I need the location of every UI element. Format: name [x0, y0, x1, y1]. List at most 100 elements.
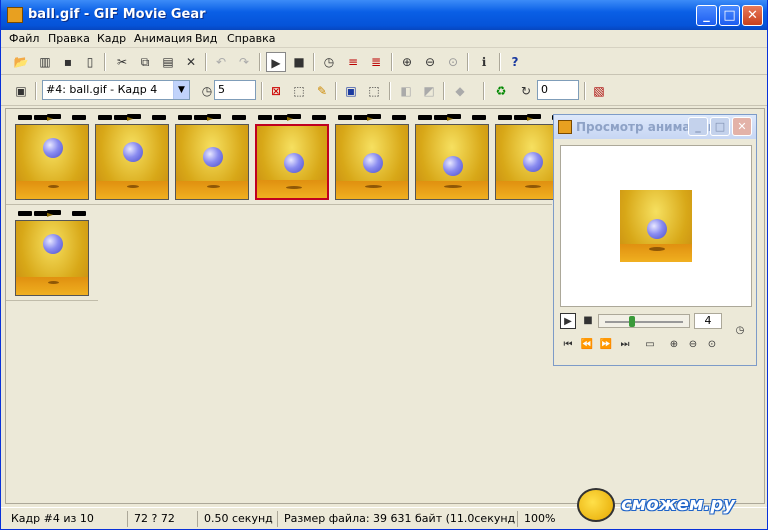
film-perforation: ►	[172, 113, 252, 123]
last-frame-icon[interactable]: ⏭	[617, 337, 633, 353]
preview-controls: ▶ ■ 4 ◷ ⏮ ⏪ ⏩ ⏭ ▭ ⊕ ⊖ ⊙	[554, 311, 756, 365]
preview-zoom-in-icon[interactable]: ⊕	[666, 337, 682, 353]
menu-view[interactable]: Вид	[195, 32, 217, 45]
preview-app-icon	[558, 120, 572, 134]
film-perforation: ►	[332, 113, 412, 123]
toolbar-main: 📂 ▥ ▪ ▯ ✂ ⧉ ▤ ✕ ↶ ↷ ▶ ■ ◷ ≡ ≣ ⊕ ⊖ ⊙ ℹ ?	[1, 49, 767, 75]
select-icon[interactable]: ▣	[341, 81, 361, 101]
slider-thumb[interactable]	[629, 316, 635, 327]
watermark-logo: сможем.ру	[571, 484, 767, 530]
remove-frame-icon[interactable]: ⊠	[266, 81, 286, 101]
menu-bar: Файл Правка Кадр Анимация Вид Справка	[1, 30, 767, 48]
window-title: ball.gif - GIF Movie Gear	[28, 7, 206, 22]
frame-thumbnail[interactable]: ►	[12, 109, 92, 205]
loop-input[interactable]: 0	[537, 80, 579, 100]
frame-thumbnail[interactable]: ►	[172, 109, 252, 205]
preview-close-button[interactable]: ✕	[732, 117, 752, 136]
app-window: ball.gif - GIF Movie Gear _ □ ✕ Файл Пра…	[0, 0, 768, 530]
frame-thumbnail[interactable]: ►	[92, 109, 172, 205]
preview-stop-icon[interactable]: ■	[580, 313, 596, 329]
frame-image	[255, 124, 329, 200]
frame-thumbnail[interactable]: ►	[12, 205, 92, 301]
frame-image	[95, 124, 169, 200]
undo-icon[interactable]: ↶	[211, 52, 231, 72]
status-zoom: 100%	[517, 511, 567, 527]
edit-frame-icon[interactable]: ✎	[312, 81, 332, 101]
export-icon[interactable]: ▧	[589, 81, 609, 101]
loop-icon: ↻	[520, 84, 532, 98]
preview-maximize-button[interactable]: □	[710, 117, 730, 136]
status-frame: Кадр #4 из 10	[11, 512, 94, 525]
preview-image	[620, 190, 692, 262]
preview-minimize-button[interactable]: _	[688, 117, 708, 136]
title-bar: ball.gif - GIF Movie Gear _ □ ✕	[1, 0, 767, 30]
frame-select-value: #4: ball.gif - Кадр 4	[46, 83, 158, 96]
paste-icon[interactable]: ▤	[158, 52, 178, 72]
delete-icon[interactable]: ✕	[181, 52, 201, 72]
film-perforation: ►	[252, 113, 332, 123]
optimize-icon[interactable]: ♻	[491, 81, 511, 101]
zoom-out-icon[interactable]: ⊖	[420, 52, 440, 72]
help-icon[interactable]: ?	[505, 52, 525, 72]
save-icon[interactable]: ▪	[58, 52, 78, 72]
menu-help[interactable]: Справка	[227, 32, 275, 45]
frame-image	[415, 124, 489, 200]
frame-thumbnail[interactable]: ►	[252, 109, 332, 205]
first-frame-icon[interactable]: ⏮	[560, 337, 576, 353]
menu-file[interactable]: Файл	[9, 32, 39, 45]
zoom-fit-icon[interactable]: ⊙	[443, 52, 463, 72]
frame-image	[15, 124, 89, 200]
minimize-button[interactable]: _	[696, 5, 717, 26]
preview-zoom-fit-icon[interactable]: ⊙	[704, 337, 720, 353]
menu-animation[interactable]: Анимация	[134, 32, 192, 45]
delay-speed-icon[interactable]: ◷	[732, 323, 748, 339]
frame-strip-row-2: ►	[6, 205, 98, 301]
maximize-button[interactable]: □	[719, 5, 740, 26]
preview-title-bar: Просмотр анимации _ □ ✕	[554, 115, 756, 139]
preview-frame-counter: 4	[694, 313, 722, 329]
new-icon[interactable]: ▯	[80, 52, 100, 72]
preview-canvas	[560, 145, 752, 307]
frame-image	[335, 124, 409, 200]
copy-icon[interactable]: ⧉	[135, 52, 155, 72]
film-perforation: ►	[12, 113, 92, 123]
frame-properties-icon[interactable]: ▣	[11, 81, 31, 101]
merge-frames-icon[interactable]: ≣	[366, 52, 386, 72]
watermark-text: сможем.ру	[621, 494, 736, 515]
redo-icon[interactable]: ↷	[234, 52, 254, 72]
next-frame-icon[interactable]: ⏩	[598, 337, 614, 353]
frame-select[interactable]: #4: ball.gif - Кадр 4 ▼	[42, 80, 190, 100]
menu-edit[interactable]: Правка	[48, 32, 90, 45]
filmstrip-icon[interactable]: ▥	[35, 52, 55, 72]
status-filesize: Размер файла: 39 631 байт (11.0секунд пр…	[277, 511, 515, 527]
timer-icon[interactable]: ◷	[319, 52, 339, 72]
bee-icon	[577, 488, 615, 522]
menu-frame[interactable]: Кадр	[97, 32, 126, 45]
film-perforation: ►	[12, 209, 92, 219]
preview-slider[interactable]	[598, 314, 690, 328]
play-icon[interactable]: ▶	[266, 52, 286, 72]
film-perforation: ►	[412, 113, 492, 123]
open-icon[interactable]: 📂	[11, 52, 31, 72]
frame-image	[175, 124, 249, 200]
chevron-down-icon[interactable]: ▼	[173, 81, 189, 99]
shape-icon[interactable]: ◆	[450, 81, 470, 101]
wand-icon[interactable]: ⬚	[364, 81, 384, 101]
close-button[interactable]: ✕	[742, 5, 763, 26]
delay-input[interactable]: 5	[214, 80, 256, 100]
stop-icon[interactable]: ■	[289, 52, 309, 72]
preview-zoom-out-icon[interactable]: ⊖	[685, 337, 701, 353]
info-icon[interactable]: ℹ	[474, 52, 494, 72]
palette-icon[interactable]: ◩	[419, 81, 439, 101]
frame-image	[15, 220, 89, 296]
zoom-in-icon[interactable]: ⊕	[397, 52, 417, 72]
frame-thumbnail[interactable]: ►	[412, 109, 492, 205]
cut-icon[interactable]: ✂	[112, 52, 132, 72]
transparency-icon[interactable]: ◧	[396, 81, 416, 101]
preview-play-icon[interactable]: ▶	[560, 313, 576, 329]
display-icon[interactable]: ▭	[642, 337, 658, 353]
prev-frame-icon[interactable]: ⏪	[579, 337, 595, 353]
frame-thumbnail[interactable]: ►	[332, 109, 412, 205]
split-frames-icon[interactable]: ≡	[343, 52, 363, 72]
crop-icon[interactable]: ⬚	[289, 81, 309, 101]
